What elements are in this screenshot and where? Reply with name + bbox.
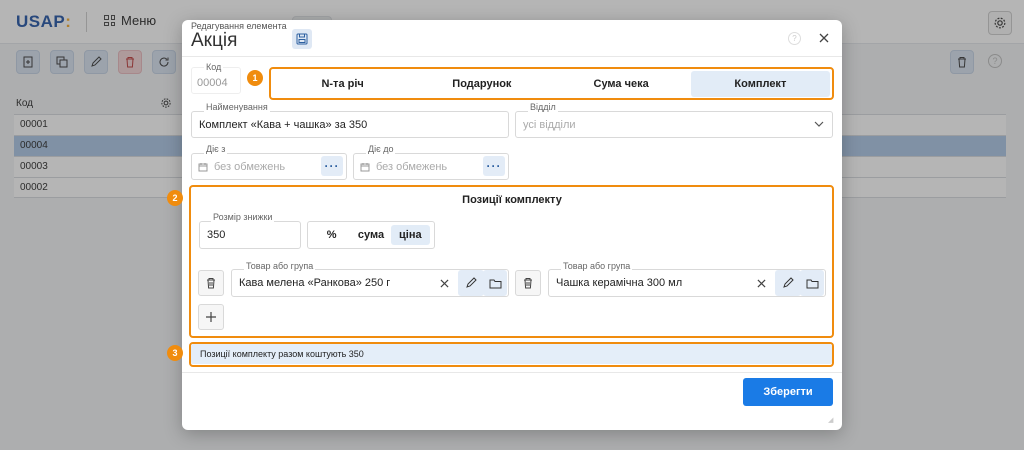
mode-percent[interactable]: % (312, 225, 351, 245)
department-select[interactable]: усі відділи (515, 111, 833, 138)
department-placeholder: усі відділи (523, 118, 576, 131)
pencil-icon (783, 277, 794, 288)
dialog-title: Акція (191, 30, 238, 51)
discount-mode-toggle: % сума ціна (307, 221, 435, 249)
kit-item-1-value: Кава мелена «Ранкова» 250 г (239, 277, 391, 289)
discount-label: Розмір знижки (211, 212, 275, 222)
chevron-down-icon (814, 121, 824, 127)
edit-dialog: Редагування елемента Акція ? Код 00004 1… (167, 20, 842, 430)
trash-icon (524, 278, 532, 289)
name-field[interactable]: Комплект «Кава + чашка» за 350 (191, 111, 509, 138)
date-from-label: Діє з (204, 144, 228, 154)
calendar-icon (360, 162, 370, 171)
tab-gift[interactable]: Подарунок (412, 71, 551, 97)
add-item-button[interactable] (198, 304, 224, 330)
close-icon (756, 278, 766, 288)
close-icon (439, 278, 449, 288)
callout-badge-1: 1 (247, 70, 263, 86)
discount-field[interactable]: 350 (199, 221, 301, 249)
date-from-placeholder: без обмежень (214, 160, 286, 173)
mode-sum[interactable]: сума (351, 225, 390, 245)
folder-icon (489, 279, 501, 288)
clear-item-2-button[interactable] (755, 277, 767, 289)
name-label: Найменування (204, 102, 270, 112)
clear-item-1-button[interactable] (438, 277, 450, 289)
browse-item-1-button[interactable] (483, 270, 507, 296)
tab-receipt-sum[interactable]: Сума чека (552, 71, 691, 97)
browse-item-2-button[interactable] (800, 270, 824, 296)
resize-handle[interactable]: ◢ (828, 416, 833, 424)
remove-item-1-button[interactable] (198, 270, 224, 296)
close-button[interactable] (816, 30, 832, 46)
kit-section-title: Позиції комплекту (462, 194, 562, 206)
date-to-placeholder: без обмежень (376, 160, 448, 173)
kit-item-2-label: Товар або група (561, 261, 633, 271)
save-button[interactable]: Зберегти (743, 378, 833, 406)
promo-type-tabs: N-та річ Подарунок Сума чека Комплект (273, 71, 830, 97)
callout-badge-3: 3 (167, 345, 183, 361)
edit-item-2-button[interactable] (775, 270, 801, 296)
dialog-header-divider (182, 56, 842, 57)
tab-kit[interactable]: Комплект (690, 71, 830, 97)
save-icon-button[interactable] (292, 29, 312, 49)
tab-nth-item[interactable]: N-та річ (273, 71, 412, 97)
remove-item-2-button[interactable] (515, 270, 541, 296)
date-from-picker-button[interactable]: ··· (321, 156, 343, 176)
kit-item-2-value: Чашка керамічна 300 мл (556, 277, 683, 289)
kit-summary-text: Позиції комплекту разом коштують 350 (191, 344, 832, 364)
mode-price[interactable]: ціна (390, 225, 430, 245)
help-icon[interactable]: ? (788, 32, 801, 45)
plus-icon (206, 312, 216, 322)
department-label: Відділ (528, 102, 558, 112)
date-to-label: Діє до (366, 144, 396, 154)
edit-item-1-button[interactable] (458, 270, 484, 296)
trash-icon (207, 278, 215, 289)
save-icon (296, 33, 308, 45)
folder-icon (806, 279, 818, 288)
close-icon (819, 33, 829, 43)
callout-badge-2: 2 (167, 190, 183, 206)
pencil-icon (466, 277, 477, 288)
calendar-icon (198, 162, 208, 171)
kit-item-1-label: Товар або група (244, 261, 316, 271)
date-to-picker-button[interactable]: ··· (483, 156, 505, 176)
dialog-footer-divider (182, 372, 842, 373)
code-value: 00004 (197, 77, 228, 89)
code-label: Код (204, 62, 224, 72)
